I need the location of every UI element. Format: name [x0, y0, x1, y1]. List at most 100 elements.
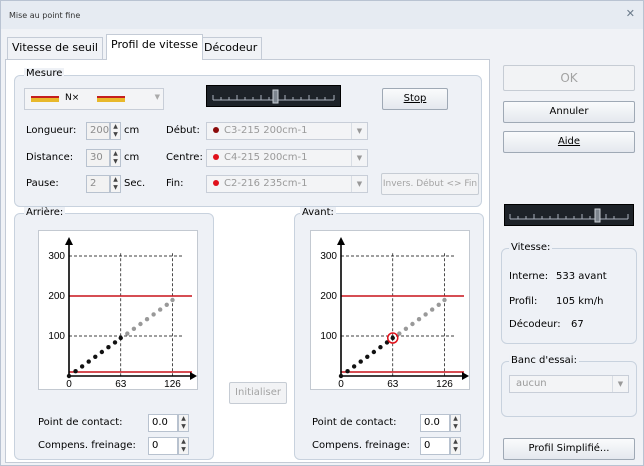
avant-frein-spin[interactable]: ▲ ▼: [450, 437, 461, 455]
debut-select[interactable]: C3-215 200cm-1 ▼: [206, 122, 368, 140]
y-axis-arrow: [65, 237, 73, 245]
y-tick-label: 100: [48, 331, 65, 342]
x-axis-arrow: [462, 372, 469, 380]
fin-label: Fin:: [166, 178, 184, 189]
data-point: [93, 354, 98, 359]
stop-button[interactable]: Stop: [382, 88, 448, 110]
data-point: [378, 345, 383, 350]
longueur-label: Longueur:: [26, 125, 77, 136]
data-point: [164, 302, 169, 307]
x-tick-label: 0: [66, 379, 72, 389]
data-point: [423, 312, 428, 317]
mesure-label: Mesure: [24, 68, 65, 79]
train-count-text: N×: [65, 93, 80, 103]
slider-ticks: [212, 89, 335, 104]
avant-label: Avant:: [300, 207, 336, 218]
close-icon[interactable]: ✕: [626, 7, 635, 20]
data-point: [106, 345, 111, 350]
data-point: [138, 321, 143, 327]
centre-value: C4-215 200cm-1: [224, 152, 308, 163]
banc-select[interactable]: aucun ▼: [509, 375, 629, 393]
pause-label: Pause:: [26, 178, 59, 189]
aide-button[interactable]: Aide: [503, 131, 635, 153]
avant-chart-svg: 100 200 300 0 63 126: [320, 237, 469, 390]
chevron-down-icon: ▼: [351, 150, 367, 166]
dialog-window: Mise au point fine ✕ Vitesse de seuil Pr…: [0, 0, 644, 466]
decodeur-label: Décodeur:: [509, 319, 561, 330]
data-point: [86, 359, 91, 364]
vitesse-label: Vitesse:: [509, 242, 553, 253]
arriere-chart: 100 200 300 0 63 126: [38, 230, 198, 390]
title-bar: Mise au point fine ✕: [1, 1, 643, 29]
pause-input[interactable]: 2: [86, 175, 110, 193]
distance-input[interactable]: 30: [86, 149, 110, 167]
pause-unit: Sec.: [124, 178, 146, 189]
annuler-button[interactable]: Annuler: [503, 101, 635, 123]
data-point: [118, 335, 123, 341]
avant-contact-label: Point de contact:: [312, 417, 397, 428]
banc-label: Banc d'essai:: [509, 355, 579, 366]
centre-select[interactable]: C4-215 200cm-1 ▼: [206, 149, 368, 167]
longueur-input[interactable]: 200: [86, 122, 110, 140]
data-point: [358, 359, 363, 364]
profil-simplifie-button[interactable]: Profil Simplifié...: [503, 438, 635, 460]
data-point: [436, 302, 441, 307]
arriere-frein-input[interactable]: 0: [148, 437, 178, 455]
arriere-label: Arrière:: [24, 207, 66, 218]
data-point: [365, 354, 370, 359]
fin-dot-icon: [213, 180, 219, 186]
arriere-contact-spin[interactable]: ▲ ▼: [178, 414, 189, 432]
data-point: [345, 369, 350, 374]
data-point: [390, 335, 395, 341]
pause-spin[interactable]: ▲ ▼: [110, 175, 121, 193]
interne-value: 533 avant: [556, 271, 607, 282]
speed-slider[interactable]: [206, 85, 341, 107]
profil-value: 105 km/h: [556, 296, 604, 307]
avant-contact-spin[interactable]: ▲ ▼: [450, 414, 461, 432]
arriere-contact-input[interactable]: 0.0: [148, 414, 178, 432]
avant-chart: 100 200 300 0 63 126: [310, 230, 470, 390]
data-point: [170, 297, 175, 303]
x-tick-label: 0: [338, 379, 344, 389]
y-axis-arrow: [337, 237, 345, 245]
fin-select[interactable]: C2-216 235cm-1 ▼: [206, 175, 368, 193]
tab-vitesse-de-seuil[interactable]: Vitesse de seuil: [7, 37, 103, 59]
data-point: [66, 373, 72, 379]
data-point: [338, 373, 344, 379]
data-point: [397, 331, 402, 336]
tab-profil-de-vitesse[interactable]: Profil de vitesse: [106, 34, 204, 60]
train-icon-2: [97, 96, 125, 102]
aide-button-label: Aide: [557, 136, 581, 147]
banc-value: aucun: [516, 378, 547, 389]
debut-dot-icon: [213, 127, 219, 133]
ok-button[interactable]: OK: [503, 65, 635, 91]
chevron-down-icon: ▼: [612, 376, 628, 392]
data-point: [99, 349, 105, 355]
tab-decodeur[interactable]: Décodeur: [199, 37, 263, 59]
debut-label: Début:: [166, 125, 200, 136]
avant-contact-input[interactable]: 0.0: [420, 414, 450, 432]
invers-button[interactable]: Invers. Début <> Fin: [381, 173, 479, 195]
tab-panel: Mesure N× ▼ Stop Longueur: 200 ▲ ▼ cm Dis…: [5, 59, 490, 463]
avant-frein-input[interactable]: 0: [420, 437, 450, 455]
y-tick-label: 200: [48, 291, 65, 302]
initialiser-button[interactable]: Initialiser: [229, 382, 287, 404]
arriere-frein-spin[interactable]: ▲ ▼: [178, 437, 189, 455]
x-axis-arrow: [190, 372, 197, 380]
distance-spin[interactable]: ▲ ▼: [110, 149, 121, 167]
window-title: Mise au point fine: [9, 11, 81, 20]
data-point: [112, 340, 118, 345]
x-tick-label: 63: [387, 379, 399, 389]
profil-label: Profil:: [509, 296, 538, 307]
data-point: [410, 321, 415, 327]
debut-value: C3-215 200cm-1: [224, 125, 308, 136]
longueur-spin[interactable]: ▲ ▼: [110, 122, 121, 140]
data-point: [151, 312, 156, 317]
fin-value: C2-216 235cm-1: [224, 178, 308, 189]
speed-slider-2[interactable]: [504, 204, 634, 226]
data-point: [429, 307, 435, 312]
y-tick-label: 300: [320, 251, 337, 262]
train-selector[interactable]: N× ▼: [24, 88, 164, 110]
slider-ticks-2: [509, 208, 629, 223]
arriere-contact-label: Point de contact:: [38, 417, 123, 428]
